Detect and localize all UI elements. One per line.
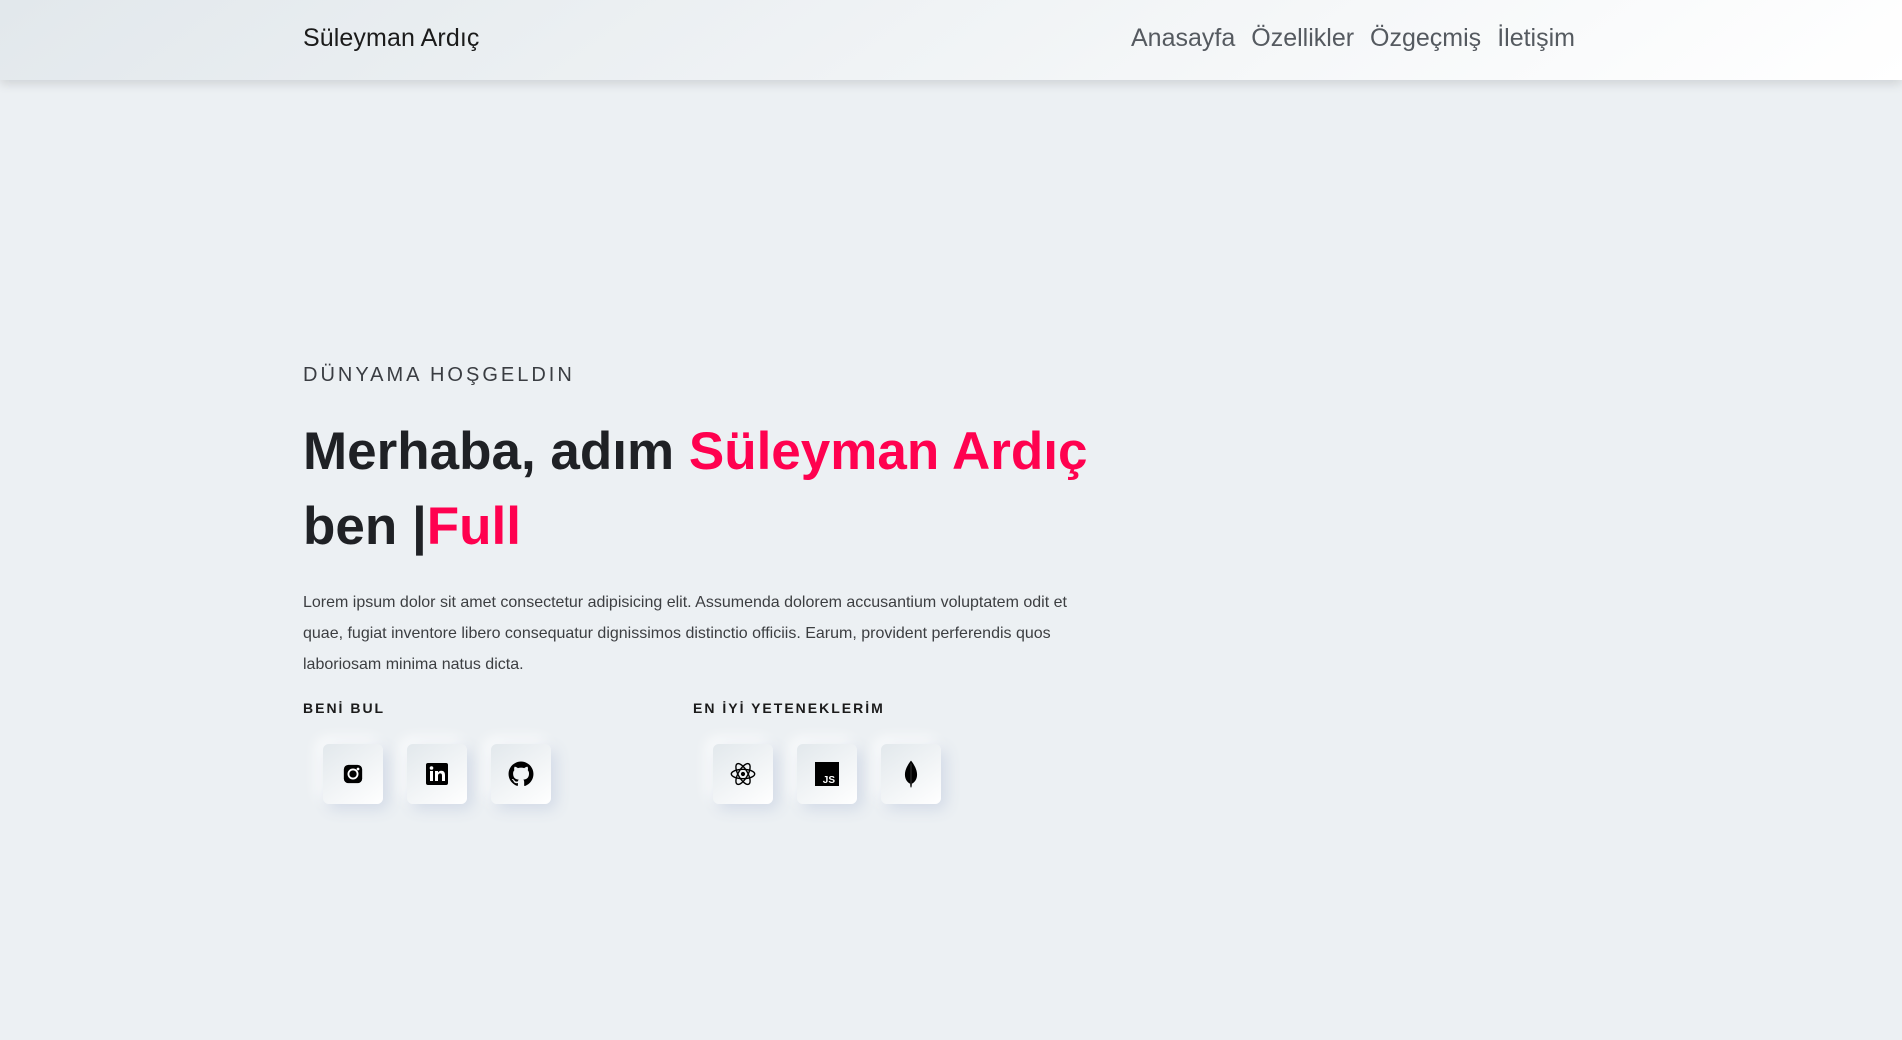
headline-prefix: Merhaba, adım: [303, 422, 689, 481]
nav-links: Anasayfa Özellikler Özgeçmiş İletişim: [1131, 24, 1575, 53]
svg-text:JS: JS: [823, 775, 836, 786]
headline-line2-prefix: ben |: [303, 497, 427, 556]
react-button[interactable]: [713, 744, 773, 804]
navbar: Süleyman Ardıç Anasayfa Özellikler Özgeç…: [0, 0, 1902, 80]
instagram-button[interactable]: [323, 744, 383, 804]
social-label: BENİ BUL: [303, 700, 386, 716]
mongodb-button[interactable]: [881, 744, 941, 804]
nav-link-contact[interactable]: İletişim: [1497, 24, 1575, 53]
instagram-icon: [342, 763, 364, 785]
github-icon: [508, 761, 534, 787]
nav-link-home[interactable]: Anasayfa: [1131, 24, 1235, 53]
hero-description: Lorem ipsum dolor sit amet consectetur a…: [303, 594, 1067, 673]
javascript-icon: JS: [815, 762, 839, 786]
linkedin-icon: [425, 762, 449, 786]
headline-name: Süleyman Ardıç: [688, 422, 1088, 481]
mongodb-icon: [903, 760, 919, 788]
javascript-button[interactable]: JS: [797, 744, 857, 804]
hero-subtitle: DÜNYAMA HOŞGELDIN: [303, 364, 575, 386]
headline-role: Full: [426, 497, 521, 556]
nav-link-features[interactable]: Özellikler: [1251, 24, 1354, 53]
github-button[interactable]: [491, 744, 551, 804]
skills-icons: JS: [713, 744, 941, 804]
skills-label: EN İYİ YETENEKLERİM: [693, 700, 885, 716]
social-icons: [323, 744, 551, 804]
brand-logo[interactable]: Süleyman Ardıç: [303, 24, 480, 53]
linkedin-button[interactable]: [407, 744, 467, 804]
hero-headline: Merhaba, adım Süleyman Ardıç ben |Full: [303, 414, 1103, 564]
react-icon: [729, 760, 757, 788]
nav-link-resume[interactable]: Özgeçmiş: [1370, 24, 1481, 53]
